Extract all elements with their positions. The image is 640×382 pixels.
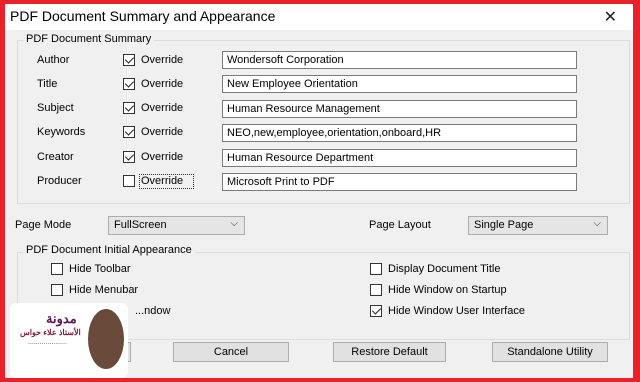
restore-default-button[interactable]: Restore Default [333,342,446,362]
keywords-field[interactable]: NEO,new,employee,orientation,onboard,HR [222,124,577,142]
subject-override-checkbox[interactable] [123,102,135,114]
creator-override-checkbox[interactable] [123,151,135,163]
title-field[interactable]: New Employee Orientation [222,75,577,93]
appearance-legend: PDF Document Initial Appearance [23,244,195,256]
blog-logo-watermark: مدونة الأستاذ علاء حواس ................… [10,303,128,378]
hide-on-startup-checkbox[interactable] [370,284,382,296]
avatar [88,309,124,369]
subject-label: Subject [37,102,74,114]
creator-field[interactable]: Human Resource Department [222,149,577,167]
logo-text-3: .................... [28,339,67,346]
page-layout-value: Single Page [474,219,534,231]
keywords-label: Keywords [37,126,86,138]
title-bar: PDF Document Summary and Appearance ✕ [5,4,633,30]
hide-on-startup-label[interactable]: Hide Window on Startup [388,284,507,296]
subject-field[interactable]: Human Resource Management [222,100,577,118]
close-icon[interactable]: ✕ [604,7,617,27]
standalone-utility-button[interactable]: Standalone Utility [492,342,608,362]
logo-text-2: الأستاذ علاء حواس [20,328,81,337]
hide-toolbar-checkbox[interactable] [51,263,63,275]
dialog-title: PDF Document Summary and Appearance [10,8,276,24]
author-field[interactable]: Wondersoft Corporation [222,51,577,69]
page-mode-value: FullScreen [114,219,167,231]
keywords-override-checkbox[interactable] [123,126,135,138]
page-mode-select[interactable]: FullScreen ⌵ [108,216,245,235]
title-override-checkbox[interactable] [123,78,135,90]
producer-field[interactable]: Microsoft Print to PDF [222,173,577,191]
subject-override-label[interactable]: Override [141,102,183,114]
cancel-button[interactable]: Cancel [173,342,289,362]
creator-override-label[interactable]: Override [141,151,183,163]
keywords-override-label[interactable]: Override [141,126,183,138]
author-override-checkbox[interactable] [123,54,135,66]
title-override-label[interactable]: Override [141,78,183,90]
author-label: Author [37,54,70,66]
summary-legend: PDF Document Summary [23,33,155,45]
page-layout-select[interactable]: Single Page ⌵ [468,216,608,235]
page-layout-label: Page Layout [369,219,431,231]
chevron-down-icon: ⌵ [593,218,601,229]
hide-window-ui-checkbox[interactable] [370,305,382,317]
hide-menubar-checkbox[interactable] [51,284,63,296]
chevron-down-icon: ⌵ [230,218,238,229]
producer-label: Producer [37,175,82,187]
author-override-label[interactable]: Override [141,54,183,66]
page-mode-label: Page Mode [15,219,72,231]
creator-label: Creator [37,151,74,163]
logo-text-1: مدونة [46,311,77,326]
hide-window-partial-label[interactable]: ...ndow [135,305,170,317]
display-title-checkbox[interactable] [370,263,382,275]
title-label: Title [37,78,58,90]
producer-override-label[interactable]: Override [141,175,183,187]
hide-menubar-label[interactable]: Hide Menubar [69,284,138,296]
hide-window-ui-label[interactable]: Hide Window User Interface [388,305,525,317]
producer-override-checkbox[interactable] [123,175,135,187]
hide-toolbar-label[interactable]: Hide Toolbar [69,263,131,275]
display-title-label[interactable]: Display Document Title [388,263,501,275]
